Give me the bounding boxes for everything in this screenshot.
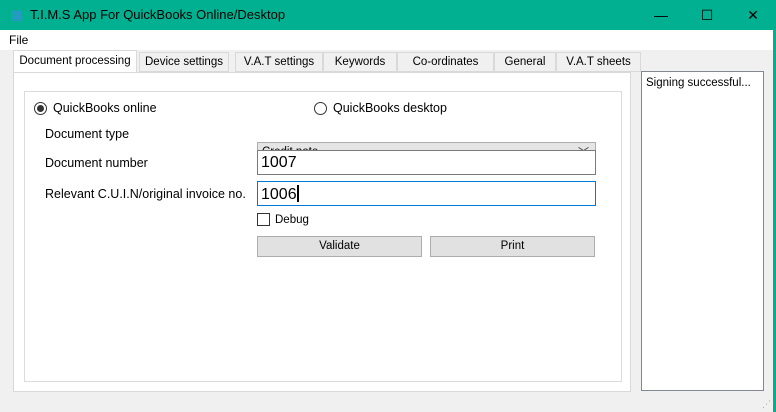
status-text: Signing successful... [646, 77, 751, 89]
document-number-input[interactable]: 1007 [257, 150, 596, 175]
tab-keywords[interactable]: Keywords [323, 52, 397, 72]
app-icon: ▦ [10, 7, 23, 22]
document-processing-panel: QuickBooks online QuickBooks desktop Doc… [13, 72, 631, 392]
tab-device-settings[interactable]: Device settings [139, 52, 229, 72]
close-button[interactable]: ✕ [730, 0, 776, 30]
tab-general[interactable]: General [494, 52, 556, 72]
menu-file[interactable]: File [9, 33, 28, 47]
radio-quickbooks-desktop[interactable]: QuickBooks desktop [314, 101, 447, 115]
print-button[interactable]: Print [430, 236, 595, 257]
radio-desktop-label: QuickBooks desktop [333, 101, 447, 115]
debug-label: Debug [275, 213, 309, 226]
tab-coordinates[interactable]: Co-ordinates [397, 52, 494, 72]
document-group: QuickBooks online QuickBooks desktop Doc… [24, 91, 622, 382]
document-number-label: Document number [45, 156, 148, 170]
tab-vat-sheets[interactable]: V.A.T sheets [556, 52, 641, 72]
maximize-button[interactable]: ☐ [684, 0, 730, 30]
cuin-input[interactable]: 1006 [257, 181, 596, 206]
title-bar: ▦ T.I.M.S App For QuickBooks Online/Desk… [0, 0, 776, 30]
cuin-value: 1006 [261, 186, 297, 203]
debug-checkbox[interactable]: Debug [257, 213, 309, 226]
radio-online-label: QuickBooks online [53, 101, 157, 115]
validate-button[interactable]: Validate [257, 236, 422, 257]
menu-bar: File [0, 30, 773, 50]
tab-document-processing[interactable]: Document processing [13, 50, 137, 73]
window-title: T.I.M.S App For QuickBooks Online/Deskto… [30, 7, 286, 22]
minimize-button[interactable]: — [638, 0, 684, 30]
radio-checked-icon [34, 101, 47, 115]
radio-quickbooks-online[interactable]: QuickBooks online [34, 101, 157, 115]
resize-grip-icon[interactable]: ⋰ [762, 399, 771, 410]
document-type-label: Document type [45, 127, 130, 141]
text-caret [296, 185, 299, 202]
document-number-value: 1007 [261, 154, 297, 171]
cuin-label: Relevant C.U.I.N/original invoice no. [45, 187, 246, 201]
tab-vat-settings[interactable]: V.A.T settings [235, 52, 323, 72]
radio-unchecked-icon [314, 101, 327, 115]
status-log[interactable]: Signing successful... [641, 71, 764, 391]
checkbox-icon [257, 213, 270, 226]
